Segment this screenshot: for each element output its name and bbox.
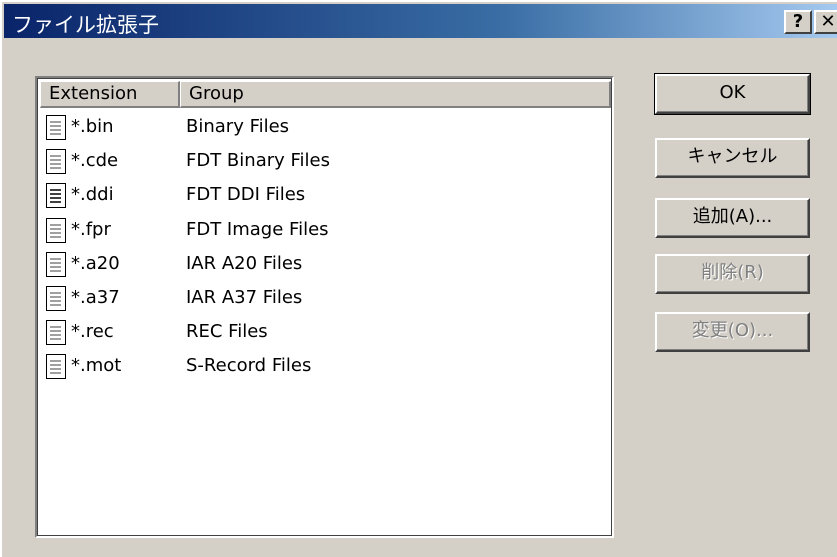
delete-button[interactable]: 削除(R) [655,254,810,294]
ok-button[interactable]: OK [654,73,811,115]
extension-cell: *.bin [71,116,114,137]
text-document-icon [46,183,66,209]
extension-cell: *.fpr [71,218,111,240]
window-title: ファイル拡張子 [12,13,159,37]
document-icon [46,320,66,346]
extension-cell: *.cde [71,150,119,172]
extension-cell: *.ddi [71,184,114,206]
list-item[interactable]: *.cde FDT Binary Files [43,146,603,180]
file-extension-dialog: ファイル拡張子 ? ✕ Extension Group *.bin Binary … [0,0,837,557]
cancel-button[interactable]: キャンセル [655,138,810,178]
group-cell: Binary Files [186,116,290,137]
list-item[interactable]: *.fpr FDT Image Files [43,215,603,249]
list-item[interactable]: *.bin Binary Files [43,112,603,146]
group-cell: IAR A20 Files [186,252,303,274]
list-header: Extension Group [40,81,611,108]
extension-cell: *.mot [71,355,122,377]
list-item[interactable]: *.ddi FDT DDI Files [43,180,603,214]
add-button[interactable]: 追加(A)... [655,198,810,238]
column-header-group[interactable]: Group [180,81,611,108]
list-item[interactable]: *.a37 IAR A37 Files [43,283,603,317]
list-item[interactable]: *.mot S-Record Files [43,351,603,385]
list-item[interactable]: *.a20 IAR A20 Files [43,249,603,283]
list-item[interactable]: *.rec REC Files [43,317,603,351]
column-header-extension[interactable]: Extension [40,81,180,108]
extension-cell: *.a20 [71,252,120,274]
change-button[interactable]: 変更(O)... [655,312,810,352]
document-icon [46,285,66,311]
document-icon [46,354,66,380]
list-rows: *.bin Binary Files *.cde FDT Binary Files *.… [43,112,603,386]
document-icon [46,115,66,140]
help-button[interactable]: ? [784,10,812,34]
group-cell: FDT Image Files [186,218,329,240]
group-cell: IAR A37 Files [186,286,303,308]
group-cell: FDT DDI Files [186,184,306,206]
group-cell: S-Record Files [186,355,312,377]
document-icon [46,217,66,243]
close-button[interactable]: ✕ [814,10,837,34]
title-bar[interactable]: ファイル拡張子 ? ✕ [4,4,837,38]
document-icon [46,251,66,277]
group-cell: REC Files [186,321,268,343]
extension-cell: *.a37 [71,286,120,308]
extension-list[interactable]: Extension Group *.bin Binary Files *.cde FD… [35,76,614,538]
extension-cell: *.rec [71,321,114,343]
help-icon: ? [792,11,804,32]
document-icon [46,149,66,175]
group-cell: FDT Binary Files [186,150,330,172]
close-icon: ✕ [820,11,836,32]
